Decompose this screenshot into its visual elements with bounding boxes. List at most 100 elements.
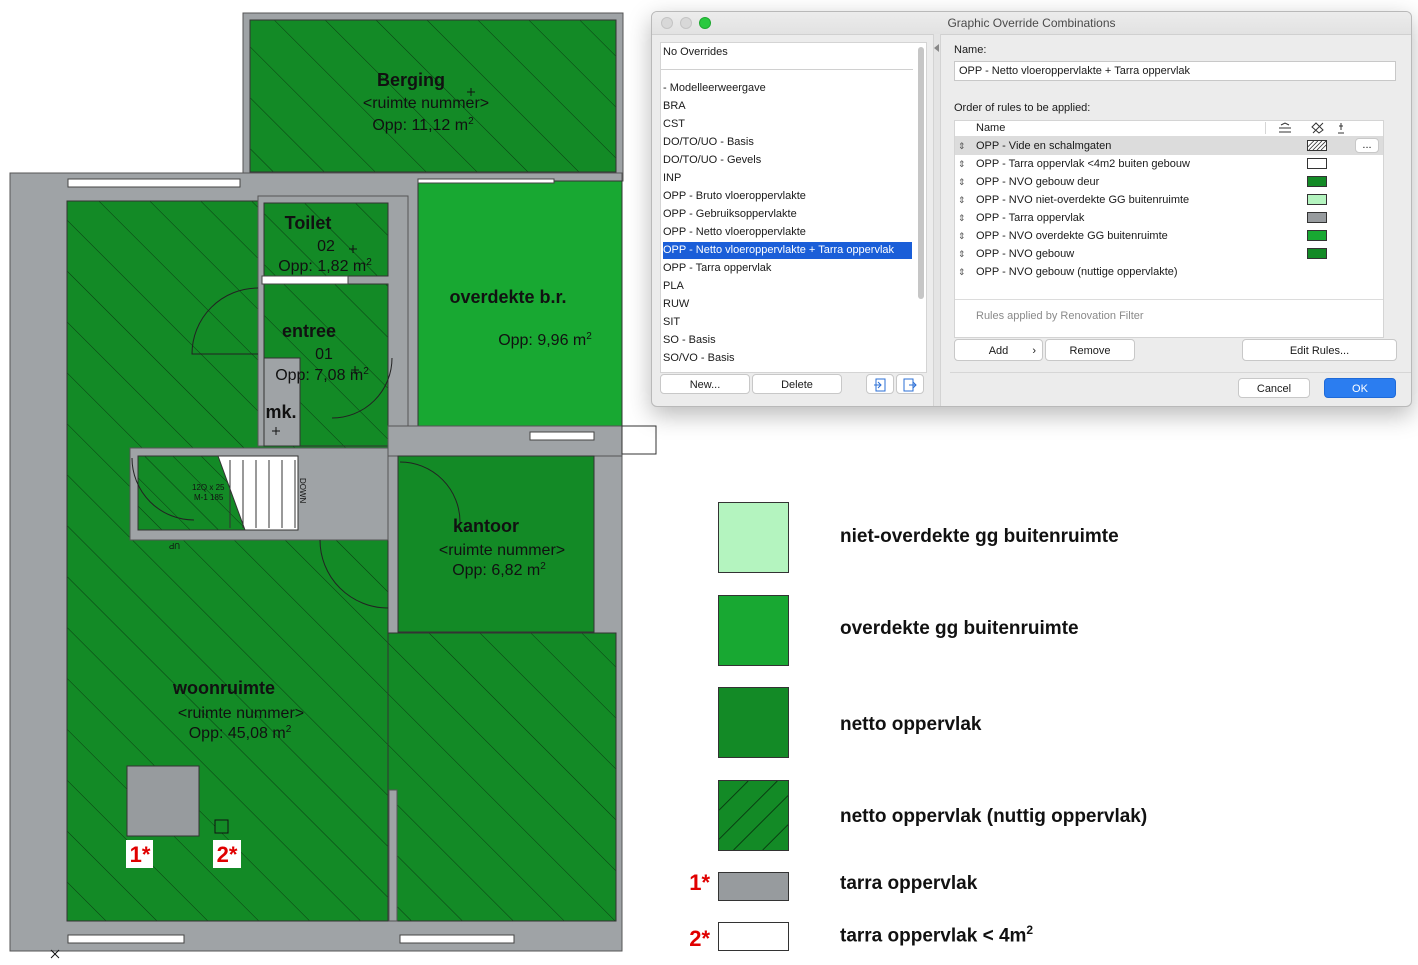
add-button[interactable]: Add › <box>954 339 1043 361</box>
interior-wall <box>388 789 398 922</box>
svg-text:Berging: Berging <box>377 70 445 90</box>
legend-label: netto oppervlak (nuttig oppervlak) <box>840 806 1148 827</box>
list-item[interactable]: OPP - Bruto vloeroppervlakte <box>663 188 912 205</box>
svg-text:<ruimte nummer>: <ruimte nummer> <box>363 95 489 112</box>
color-swatch <box>1307 212 1327 223</box>
svg-text:kantoor: kantoor <box>453 516 519 536</box>
rule-name: OPP - Vide en schalmgaten <box>976 140 1112 152</box>
svg-text:Opp: 1,82 m2: Opp: 1,82 m2 <box>278 257 372 275</box>
drag-handle-icon[interactable]: ⇕ <box>958 227 966 245</box>
import-button[interactable] <box>866 374 894 394</box>
import-icon <box>874 378 886 392</box>
svg-text:woonruimte: woonruimte <box>172 678 275 698</box>
drag-handle-icon[interactable]: ⇕ <box>958 155 966 173</box>
svg-text:entree: entree <box>282 321 336 341</box>
stair-dims2-label: M-1 185 <box>194 493 224 502</box>
export-button[interactable] <box>896 374 924 394</box>
rule-row[interactable]: ⇕ OPP - NVO overdekte GG buitenruimte <box>955 227 1383 245</box>
add-button-label: Add <box>988 345 1009 357</box>
fill-icon <box>1311 122 1324 134</box>
legend-label: overdekte gg buitenruimte <box>840 618 1079 639</box>
stair-down-label: DOWN <box>298 478 307 504</box>
drag-handle-icon[interactable]: ⇕ <box>958 209 966 227</box>
list-item[interactable]: SO/VO - Basis <box>663 350 912 367</box>
drag-handle-icon[interactable]: ⇕ <box>958 173 966 191</box>
edit-rules-button[interactable]: Edit Rules... <box>1242 339 1397 361</box>
rule-more-button[interactable]: ... <box>1355 138 1379 153</box>
list-item[interactable]: INP <box>663 170 912 187</box>
list-item[interactable]: CST <box>663 116 912 133</box>
legend-swatch-netto <box>718 687 789 758</box>
drag-handle-icon[interactable]: ⇕ <box>958 191 966 209</box>
marker-1: 1* <box>126 840 153 868</box>
list-item[interactable]: - Modelleerweergave <box>663 80 912 97</box>
list-item[interactable]: SO - Basis <box>663 332 912 349</box>
legend-marker-2: 2* <box>689 926 710 951</box>
list-item-selected[interactable]: OPP - Netto vloeroppervlakte + Tarra opp… <box>663 242 912 259</box>
legend-marker-1: 1* <box>689 870 710 895</box>
dialog-title: Graphic Override Combinations <box>947 16 1116 30</box>
list-item[interactable]: DO/TO/UO - Gevels <box>663 152 912 169</box>
svg-text:Opp: 9,96 m2: Opp: 9,96 m2 <box>498 331 592 349</box>
svg-text:2*: 2* <box>217 842 238 867</box>
drag-handle-icon[interactable]: ⇕ <box>958 245 966 263</box>
column-name-header[interactable]: Name <box>976 122 1005 134</box>
rule-row[interactable]: ⇕ OPP - NVO niet-overdekte GG buitenruim… <box>955 191 1383 209</box>
panel-divider[interactable] <box>933 34 941 406</box>
ok-button[interactable]: OK <box>1324 378 1396 398</box>
renovation-separator <box>955 299 1383 300</box>
rule-row[interactable]: ⇕ OPP - NVO gebouw (nuttige oppervlakte) <box>955 263 1383 281</box>
svg-text:Toilet: Toilet <box>285 213 332 233</box>
legend-label: tarra oppervlak < 4m2 <box>840 923 1034 947</box>
remove-button[interactable]: Remove <box>1045 339 1135 361</box>
list-item[interactable]: OPP - Netto vloeroppervlakte <box>663 224 912 241</box>
label-mk: mk. <box>265 402 296 422</box>
svg-text:<ruimte nummer>: <ruimte nummer> <box>439 542 565 559</box>
outside-box <box>621 425 657 455</box>
corridor-wall <box>387 425 623 457</box>
list-item[interactable]: OPP - Tarra oppervlak <box>663 260 912 277</box>
drag-handle-icon[interactable]: ⇕ <box>958 137 966 155</box>
legend-label: netto oppervlak <box>840 714 982 735</box>
svg-text:Opp: 45,08 m2: Opp: 45,08 m2 <box>189 724 292 742</box>
list-item[interactable]: PLA <box>663 278 912 295</box>
legend-swatch-tarra-small <box>718 922 789 951</box>
rule-row[interactable]: ⇕ OPP - NVO gebouw deur <box>955 173 1383 191</box>
rules-table: Name ⇕ OPP - Vide en schalmgaten ... ⇕ O… <box>954 120 1384 338</box>
list-scrollbar[interactable] <box>918 47 924 299</box>
drag-handle-icon[interactable]: ⇕ <box>958 263 966 281</box>
tarra-block <box>126 765 200 837</box>
svg-text:01: 01 <box>315 346 333 363</box>
name-field[interactable] <box>954 61 1396 81</box>
list-item-no-overrides[interactable]: No Overrides <box>663 44 912 61</box>
legend-swatch-overdekte <box>718 595 789 666</box>
rule-row[interactable]: ⇕ OPP - NVO gebouw <box>955 245 1383 263</box>
delete-button[interactable]: Delete <box>752 374 842 394</box>
legend-label: niet-overdekte gg buitenruimte <box>840 526 1119 547</box>
export-icon <box>903 378 917 392</box>
list-item[interactable]: OPP - Gebruiksoppervlakte <box>663 206 912 223</box>
rule-name: OPP - NVO gebouw (nuttige oppervlakte) <box>976 266 1178 278</box>
rule-name: OPP - NVO overdekte GG buitenruimte <box>976 230 1168 242</box>
svg-text:mk.: mk. <box>265 402 296 422</box>
legend-swatch-niet-overdekte <box>718 502 789 573</box>
new-button[interactable]: New... <box>660 374 750 394</box>
svg-text:overdekte b.r.: overdekte b.r. <box>449 287 566 307</box>
list-item[interactable]: DO/TO/UO - Basis <box>663 134 912 151</box>
svg-text:Opp: 11,12 m2: Opp: 11,12 m2 <box>372 116 474 134</box>
rule-row[interactable]: ⇕ OPP - Tarra oppervlak <box>955 209 1383 227</box>
legend-swatch-tarra <box>718 872 789 901</box>
list-item[interactable]: SIT <box>663 314 912 331</box>
color-swatch <box>1307 230 1327 241</box>
list-item[interactable]: BRA <box>663 98 912 115</box>
rules-header: Name <box>955 121 1383 137</box>
chevron-right-icon: › <box>1032 345 1036 357</box>
color-swatch <box>1307 176 1327 187</box>
pen-icon <box>1338 123 1344 134</box>
graphic-override-dialog: Graphic Override Combinations No Overrid… <box>651 11 1412 407</box>
combination-list[interactable]: No Overrides - Modelleerweergave BRA CST… <box>660 42 927 373</box>
rule-row[interactable]: ⇕ OPP - Vide en schalmgaten ... <box>955 137 1383 155</box>
rule-row[interactable]: ⇕ OPP - Tarra oppervlak <4m2 buiten gebo… <box>955 155 1383 173</box>
cancel-button[interactable]: Cancel <box>1238 378 1310 398</box>
list-item[interactable]: RUW <box>663 296 912 313</box>
